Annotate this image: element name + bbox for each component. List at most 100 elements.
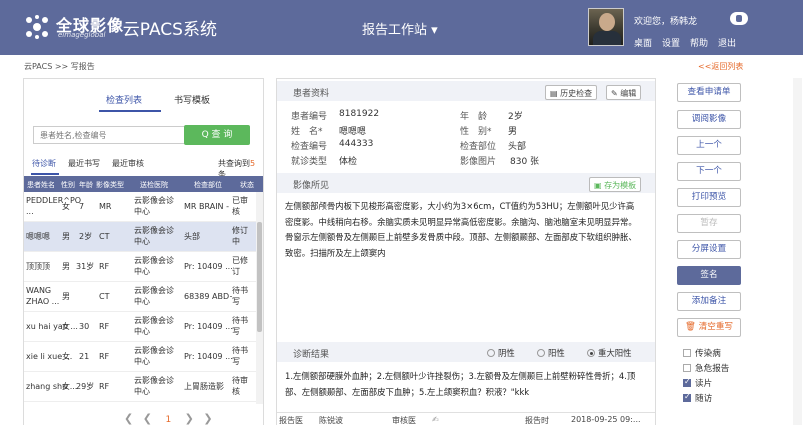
toggle-switch-icon[interactable]: [730, 12, 748, 25]
tab-exam-list[interactable]: 检查列表: [106, 93, 142, 106]
last-page-icon[interactable]: ❯: [203, 412, 212, 425]
nav-desktop[interactable]: 桌面: [634, 36, 652, 49]
prev-page-icon[interactable]: ❮: [143, 412, 152, 425]
welcome-text: 欢迎您，杨韩龙: [634, 17, 698, 27]
radio-major-positive[interactable]: 重大阳性: [587, 347, 632, 359]
table-row[interactable]: xie li xue ... 女 21 RF 云影像会诊中心 Pr: 10409…: [24, 342, 256, 372]
diagnosis-textarea[interactable]: 1.左侧额部硬膜外血肿；2.左侧额叶少许挫裂伤；3.左额骨及左侧颞巨上前壁粉碎性…: [285, 369, 645, 400]
table-row[interactable]: xu hai yan ... 女 30 RF 云影像会诊中心 Pr: 10409…: [24, 312, 256, 342]
brand-logo-icon: [26, 15, 48, 39]
checkbox-follow-up[interactable]: 随访: [683, 392, 712, 404]
split-screen-button[interactable]: 分屏设置: [677, 240, 741, 259]
subtab-pending[interactable]: 待诊断: [32, 158, 56, 169]
table-row[interactable]: PEDDLER^PO ... 女 7 MR 云影像会诊中心 MR BRAIN -…: [24, 192, 256, 222]
col-sex[interactable]: 性别: [61, 180, 75, 190]
sex-field: 性 别* 男: [460, 127, 518, 137]
history-exam-button[interactable]: ▤ 历史检查: [545, 85, 598, 100]
scrollbar-thumb[interactable]: [257, 222, 262, 332]
doctor-name: 陈锐波: [319, 416, 343, 425]
patient-id-field: 患者编号 8181922: [291, 109, 380, 122]
active-subtab-indicator: [31, 173, 59, 175]
radio-negative[interactable]: 阴性: [487, 347, 515, 359]
checkbox-icon: [683, 392, 691, 402]
col-age[interactable]: 年龄: [79, 180, 93, 190]
avatar[interactable]: [588, 8, 624, 46]
workstation-dropdown[interactable]: 报告工作站 ▾: [362, 19, 438, 38]
pagination: ❮ ❮ 1 ❯ ❯: [124, 412, 213, 425]
cell-age: 29岁: [76, 382, 95, 391]
cell-age: 2岁: [79, 232, 93, 241]
cell-age: 7: [79, 202, 85, 211]
list-scrollbar[interactable]: [256, 192, 263, 404]
cell-type: CT: [99, 232, 110, 241]
nav-logout[interactable]: 退出: [718, 36, 736, 49]
nav-settings[interactable]: 设置: [662, 36, 680, 49]
radio-circle-icon: [587, 349, 595, 357]
cell-type: RF: [99, 262, 110, 271]
page-scrollbar[interactable]: [793, 78, 802, 425]
current-page[interactable]: 1: [165, 415, 172, 425]
table-row[interactable]: 嗯嗯嗯 男 2岁 CT 云影像会诊中心 头部 修订中: [24, 222, 256, 252]
checkbox-read-film[interactable]: 读片: [683, 377, 712, 389]
table-row[interactable]: zhang shu ... 女 29岁 RF 云影像会诊中心 上胃肠造影 待审核: [24, 372, 256, 402]
cell-part: Pr: 10409 ...: [184, 352, 232, 361]
cell-part: 68389 ABD+...: [184, 292, 232, 301]
cell-type: RF: [99, 352, 110, 361]
signature-icon: ✍: [432, 415, 439, 424]
cell-status: 已审核: [232, 196, 248, 216]
cell-name: xu hai yan ...: [26, 322, 78, 331]
first-page-icon[interactable]: ❮: [124, 412, 133, 425]
report-panel: 患者资料 ▤ 历史检查 ✎ 编辑 患者编号 8181922 姓 名* 嗯嗯嗯 检查编…: [276, 78, 656, 425]
table-header: 患者姓名 性别 年龄 影像类型 送检医院 检查部位 状态: [24, 176, 263, 192]
col-hospital[interactable]: 送检医院: [140, 180, 168, 190]
sign-button[interactable]: 签名: [677, 266, 741, 285]
cell-age: 21: [79, 352, 90, 361]
back-to-list-link[interactable]: <<返回列表: [698, 61, 743, 72]
checkbox-icon: [683, 349, 691, 357]
cell-name: WANG ZHAO ...: [26, 286, 60, 306]
clear-rewrite-button[interactable]: 🗑 清空重写: [677, 318, 741, 337]
cell-hospital: 云影像会诊中心: [134, 346, 174, 366]
patient-name-field: 姓 名* 嗯嗯嗯: [291, 127, 367, 137]
col-status[interactable]: 状态: [240, 180, 254, 190]
search-button[interactable]: Q 查 询: [184, 125, 250, 145]
patient-section-title: 患者资料: [293, 89, 330, 99]
cell-type: RF: [99, 382, 110, 391]
table-row[interactable]: WANG ZHAO ... 男 CT 云影像会诊中心 68389 ABD+...…: [24, 282, 256, 312]
col-part[interactable]: 检查部位: [194, 180, 222, 190]
cell-sex: 男: [62, 292, 70, 301]
col-name[interactable]: 患者姓名: [27, 180, 55, 190]
col-type[interactable]: 影像类型: [96, 180, 124, 190]
trash-icon: 🗑: [684, 322, 699, 332]
cell-sex: 女: [62, 202, 70, 211]
previous-button[interactable]: 上一个: [677, 136, 741, 155]
active-tab-indicator: [99, 110, 161, 112]
print-preview-button[interactable]: 打印预览: [677, 188, 741, 207]
view-images-button[interactable]: 调阅影像: [677, 110, 741, 129]
cell-status: 已修订: [232, 256, 248, 276]
exam-table-body: PEDDLER^PO ... 女 7 MR 云影像会诊中心 MR BRAIN -…: [24, 192, 256, 402]
checkbox-infectious[interactable]: 传染病: [683, 347, 721, 359]
add-note-button[interactable]: 添加备注: [677, 292, 741, 311]
cell-part: 头部: [184, 232, 200, 241]
cell-hospital: 云影像会诊中心: [134, 256, 174, 276]
view-request-button[interactable]: 查看申请单: [677, 83, 741, 102]
edit-button[interactable]: ✎ 编辑: [606, 85, 642, 100]
table-row[interactable]: 顶顶顶 男 31岁 RF 云影像会诊中心 Pr: 10409 ... 已修订: [24, 252, 256, 282]
findings-section-header: 影像所见 ▣ 存为模板: [277, 173, 655, 193]
subtab-recent-written[interactable]: 最近书写: [68, 158, 100, 169]
search-input[interactable]: [33, 126, 198, 144]
tab-templates[interactable]: 书写模板: [174, 93, 210, 106]
checkbox-icon: [683, 377, 691, 387]
checkbox-critical[interactable]: 急危报告: [683, 362, 729, 374]
radio-positive[interactable]: 阳性: [537, 347, 565, 359]
next-button[interactable]: 下一个: [677, 162, 741, 181]
brand-subtitle: eimageglobal: [58, 31, 106, 39]
subtab-recent-reviewed[interactable]: 最近审核: [112, 158, 144, 169]
nav-help[interactable]: 帮助: [690, 36, 708, 49]
save-template-button[interactable]: ▣ 存为模板: [589, 177, 642, 192]
cell-type: RF: [99, 322, 110, 331]
save-draft-button[interactable]: 暂存: [677, 214, 741, 233]
next-page-icon[interactable]: ❯: [185, 412, 194, 425]
findings-textarea[interactable]: 左侧额部颅骨内板下见梭形高密度影，大小约为3×6cm，CT值约为53HU；左侧额…: [285, 199, 640, 261]
